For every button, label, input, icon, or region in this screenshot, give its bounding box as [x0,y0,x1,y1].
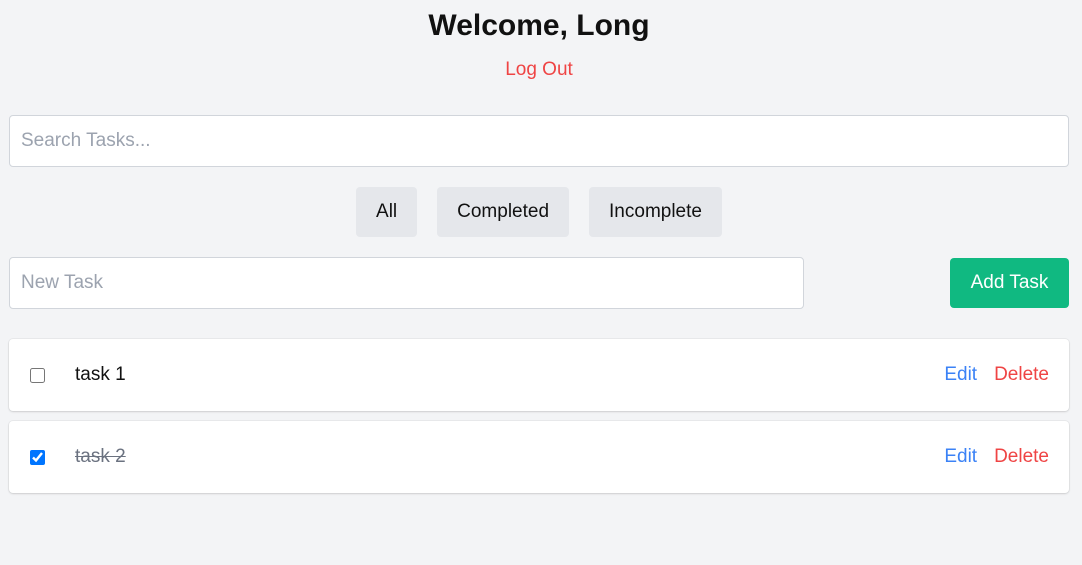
task-item: task 1 Edit Delete [9,339,1069,411]
task-title: task 1 [75,364,126,385]
task-checkbox[interactable] [30,449,45,465]
todo-page: Welcome, Long Log Out All Completed Inco… [0,0,1082,565]
task-title: task 2 [75,446,126,467]
delete-task-link[interactable]: Delete [994,446,1049,468]
edit-task-link[interactable]: Edit [944,446,977,468]
filter-all-button[interactable]: All [356,187,418,237]
add-task-button[interactable]: Add Task [950,258,1069,308]
delete-task-link[interactable]: Delete [994,364,1049,386]
filter-incomplete-button[interactable]: Incomplete [589,187,722,237]
new-task-input[interactable] [9,257,804,309]
welcome-heading: Welcome, Long [428,9,650,42]
search-input[interactable] [9,115,1069,167]
task-checkbox[interactable] [30,367,45,383]
filter-completed-button[interactable]: Completed [437,187,570,237]
filter-bar: All Completed Incomplete [0,187,1078,237]
logout-link[interactable]: Log Out [0,59,1078,81]
task-list: task 1 Edit Delete task 2 Edit Delete [9,339,1069,503]
edit-task-link[interactable]: Edit [944,364,977,386]
task-item: task 2 Edit Delete [9,421,1069,493]
